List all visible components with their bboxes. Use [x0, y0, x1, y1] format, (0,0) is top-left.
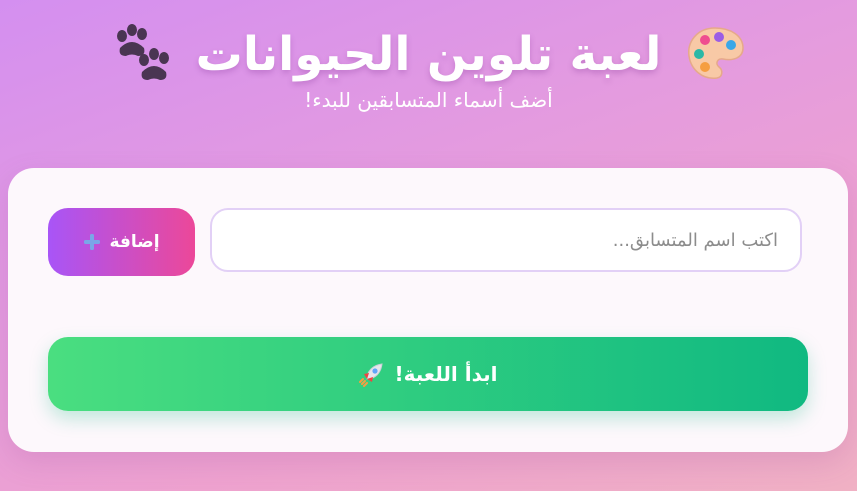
paw-prints-icon	[110, 22, 174, 86]
start-button-label: ابدأ اللعبة!	[394, 362, 498, 386]
players-card: إضافة ابدأ اللعبة!	[8, 168, 848, 452]
page-header: لعبة تلوين الحيوانات	[0, 8, 857, 100]
artist-palette-icon	[683, 22, 747, 86]
title-row: لعبة تلوين الحيوانات	[0, 8, 857, 100]
add-player-button[interactable]: إضافة	[48, 208, 195, 276]
page-title: لعبة تلوين الحيوانات	[195, 26, 662, 82]
page-subtitle: أضف أسماء المتسابقين للبدء!	[304, 88, 553, 112]
add-button-label: إضافة	[109, 232, 160, 252]
start-game-button[interactable]: ابدأ اللعبة!	[48, 337, 808, 411]
plus-icon	[83, 233, 101, 251]
rocket-icon	[358, 361, 385, 387]
player-name-input[interactable]	[210, 208, 802, 272]
